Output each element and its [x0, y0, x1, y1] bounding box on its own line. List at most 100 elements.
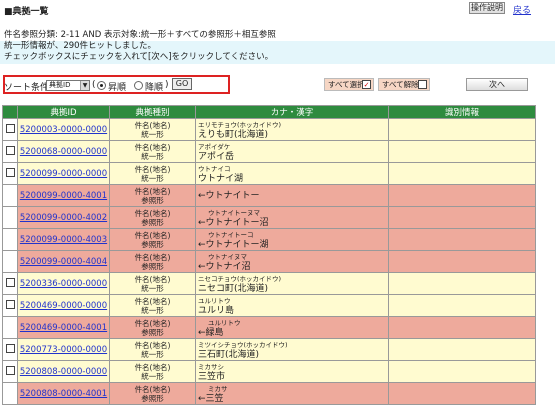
kana-text: ユルリトウ: [198, 296, 231, 305]
kana-text: ウトナイコ: [198, 164, 231, 173]
table-header-row: 典拠ID 典拠種別 カナ・漢字 識別情報: [2, 105, 536, 119]
row-checkbox[interactable]: [5, 168, 15, 177]
id-cell: 5200773-0000-0000: [17, 338, 110, 361]
kana-kanji-cell: ウトナイトーヌマ ←ウトナイトー沼: [195, 206, 389, 229]
record-id-link[interactable]: 5200099-0000-4002: [20, 213, 107, 223]
type-form: 参照形: [141, 327, 164, 337]
page-title: ■典拠一覧: [4, 7, 49, 17]
record-id-link[interactable]: 5200099-0000-0000: [20, 169, 107, 179]
desc-radio[interactable]: [134, 81, 143, 90]
type-cell: 件名(地名) 参照形: [109, 184, 196, 207]
record-id-link[interactable]: 5200336-0000-0000: [20, 279, 107, 289]
go-button[interactable]: GO: [172, 78, 192, 90]
row-checkbox[interactable]: [5, 300, 15, 309]
kana-kanji-cell: ユルリトウ ←緑島: [195, 316, 389, 339]
identifier-cell: [388, 184, 536, 207]
kanji-text: ←ウトナイトー: [198, 190, 260, 201]
kanji-text: 三笠市: [198, 371, 226, 382]
record-id-link[interactable]: 5200808-0000-4001: [20, 389, 107, 399]
type-cell: 件名(地名) 参照形: [109, 382, 196, 405]
record-id-link[interactable]: 5200099-0000-4003: [20, 235, 107, 245]
id-cell: 5200099-0000-0000: [17, 162, 110, 185]
type-form: 統一形: [141, 173, 164, 183]
asc-radio[interactable]: [97, 81, 106, 90]
id-cell: 5200003-0000-0000: [17, 118, 110, 141]
sort-select-value: 典拠ID: [49, 81, 71, 89]
header-identifier: 識別情報: [388, 105, 536, 119]
record-id-link[interactable]: 5200469-0000-0000: [20, 301, 107, 311]
table-row: 5200099-0000-4001 件名(地名) 参照形 ←ウトナイトー: [2, 184, 536, 207]
select-all-check-icon: ✓: [362, 80, 371, 89]
kana-text: ミカサシ: [198, 362, 224, 371]
check-cell: [2, 250, 18, 273]
select-all-button[interactable]: すべて選択 ✓: [324, 78, 374, 91]
type-category: 件名(地名): [134, 296, 171, 306]
check-cell: [2, 338, 18, 361]
back-link[interactable]: 戻る: [513, 3, 531, 16]
table-row: 5200773-0000-0000 件名(地名) 統一形 ミツイシチョウ(ホッカイドウ…: [2, 338, 536, 361]
type-form: 参照形: [141, 217, 164, 227]
sort-select[interactable]: 典拠ID ▼: [46, 80, 90, 91]
type-cell: 件名(地名) 統一形: [109, 162, 196, 185]
record-id-link[interactable]: 5200099-0000-4004: [20, 257, 107, 267]
kana-text: ユルリトウ: [208, 318, 241, 327]
record-id-link[interactable]: 5200003-0000-0000: [20, 125, 107, 135]
table-row: 5200808-0000-0000 件名(地名) 統一形 ミカサシ 三笠市: [2, 360, 536, 383]
record-id-link[interactable]: 5200469-0000-4001: [20, 323, 107, 333]
kanji-text: ←緑島: [198, 327, 224, 338]
type-cell: 件名(地名) 統一形: [109, 360, 196, 383]
table-row: 5200068-0000-0000 件名(地名) 統一形 アポイダケ アポイ岳: [2, 140, 536, 163]
identifier-cell: [388, 162, 536, 185]
type-cell: 件名(地名) 参照形: [109, 316, 196, 339]
type-form: 統一形: [141, 305, 164, 315]
record-id-link[interactable]: 5200773-0000-0000: [20, 345, 107, 355]
row-checkbox[interactable]: [5, 278, 15, 287]
help-button[interactable]: 操作説明: [469, 2, 505, 14]
chevron-down-icon[interactable]: ▼: [80, 81, 89, 90]
type-category: 件名(地名): [134, 252, 171, 262]
id-cell: 5200336-0000-0000: [17, 272, 110, 295]
record-id-link[interactable]: 5200808-0000-0000: [20, 367, 107, 377]
type-form: 参照形: [141, 261, 164, 271]
kana-text: ウトナイトーコ: [208, 230, 254, 239]
identifier-cell: [388, 272, 536, 295]
identifier-cell: [388, 316, 536, 339]
check-cell: [2, 184, 18, 207]
deselect-all-button[interactable]: すべて解除: [378, 78, 430, 91]
identifier-cell: [388, 206, 536, 229]
id-cell: 5200099-0000-4004: [17, 250, 110, 273]
kana-kanji-cell: ミカサ ←三笠: [195, 382, 389, 405]
kanji-text: ←三笠: [198, 393, 224, 404]
identifier-cell: [388, 228, 536, 251]
page-header: ■典拠一覧 操作説明 戻る: [0, 0, 555, 20]
kanji-text: ニセコ町(北海道): [198, 283, 269, 294]
kana-kanji-cell: ウトナイトーコ ←ウトナイトー湖: [195, 228, 389, 251]
next-button[interactable]: 次へ: [466, 78, 528, 91]
row-checkbox[interactable]: [5, 124, 15, 133]
check-cell: [2, 272, 18, 295]
row-checkbox[interactable]: [5, 344, 15, 353]
type-category: 件名(地名): [134, 164, 171, 174]
identifier-cell: [388, 382, 536, 405]
type-form: 統一形: [141, 349, 164, 359]
id-cell: 5200469-0000-0000: [17, 294, 110, 317]
instruction-text: チェックボックスにチェックを入れて[次へ]をクリックしてください。: [4, 52, 274, 62]
row-checkbox[interactable]: [5, 366, 15, 375]
type-cell: 件名(地名) 統一形: [109, 294, 196, 317]
kana-kanji-cell: アポイダケ アポイ岳: [195, 140, 389, 163]
kana-kanji-cell: ウトナイコ ウトナイ湖: [195, 162, 389, 185]
table-row: 5200099-0000-4002 件名(地名) 参照形 ウトナイトーヌマ ←ウトナイト…: [2, 206, 536, 229]
record-id-link[interactable]: 5200099-0000-4001: [20, 191, 107, 201]
type-category: 件名(地名): [134, 274, 171, 284]
type-cell: 件名(地名) 参照形: [109, 250, 196, 273]
record-id-link[interactable]: 5200068-0000-0000: [20, 147, 107, 157]
row-checkbox[interactable]: [5, 146, 15, 155]
id-cell: 5200469-0000-4001: [17, 316, 110, 339]
sort-label: ソート条件: [4, 83, 50, 93]
type-cell: 件名(地名) 参照形: [109, 228, 196, 251]
table-row: 5200808-0000-4001 件名(地名) 参照形 ミカサ ←三笠: [2, 382, 536, 405]
deselect-all-box-icon: [418, 80, 427, 89]
id-cell: 5200068-0000-0000: [17, 140, 110, 163]
identifier-cell: [388, 140, 536, 163]
table-row: 5200469-0000-0000 件名(地名) 統一形 ユルリトウ ユルリ島: [2, 294, 536, 317]
